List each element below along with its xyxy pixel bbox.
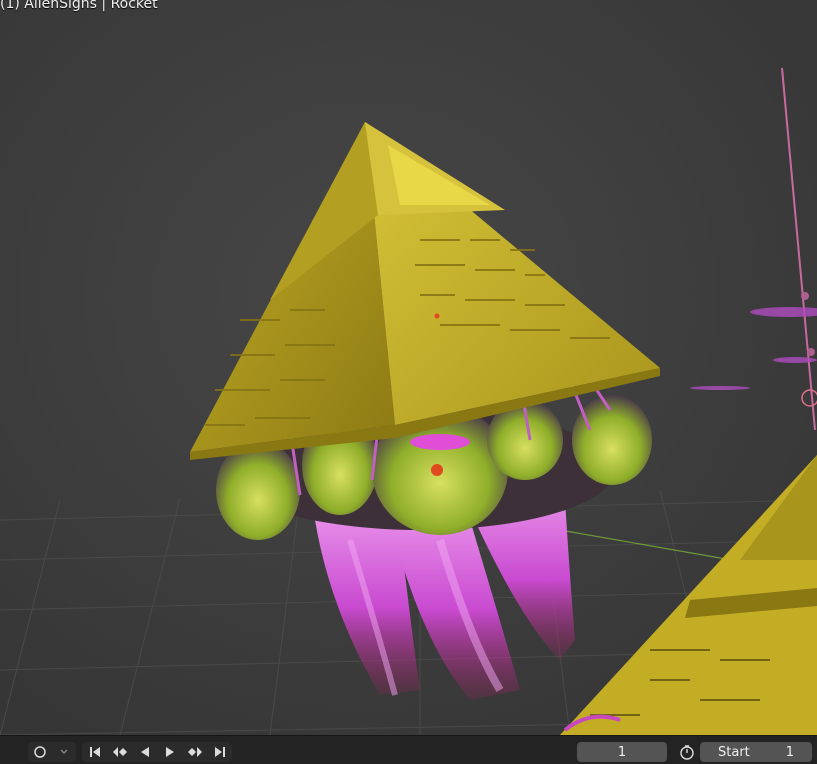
current-frame-value: 1 <box>617 744 627 760</box>
start-frame-field[interactable]: Start 1 <box>700 742 812 762</box>
timeline-bar: 1 Start 1 <box>0 735 817 764</box>
jump-to-end-icon[interactable] <box>207 742 232 762</box>
3d-viewport[interactable]: (1) AlienSigns | Rocket <box>0 0 817 735</box>
play-icon[interactable] <box>157 742 182 762</box>
start-frame-value: 1 <box>785 744 794 760</box>
dropdown-chevron-icon[interactable] <box>52 742 76 762</box>
current-frame-field[interactable]: 1 <box>577 742 667 762</box>
play-reverse-icon[interactable] <box>132 742 157 762</box>
prev-keyframe-icon[interactable] <box>107 742 132 762</box>
next-keyframe-icon[interactable] <box>182 742 207 762</box>
keying-group <box>28 742 76 762</box>
playback-controls <box>82 742 232 762</box>
record-circle-icon[interactable] <box>28 742 52 762</box>
jump-to-start-icon[interactable] <box>82 742 107 762</box>
start-frame-label: Start <box>718 744 750 760</box>
viewport-object-label: (1) AlienSigns | Rocket <box>0 0 158 12</box>
stopwatch-icon[interactable] <box>677 742 697 762</box>
scene-render <box>0 0 817 735</box>
